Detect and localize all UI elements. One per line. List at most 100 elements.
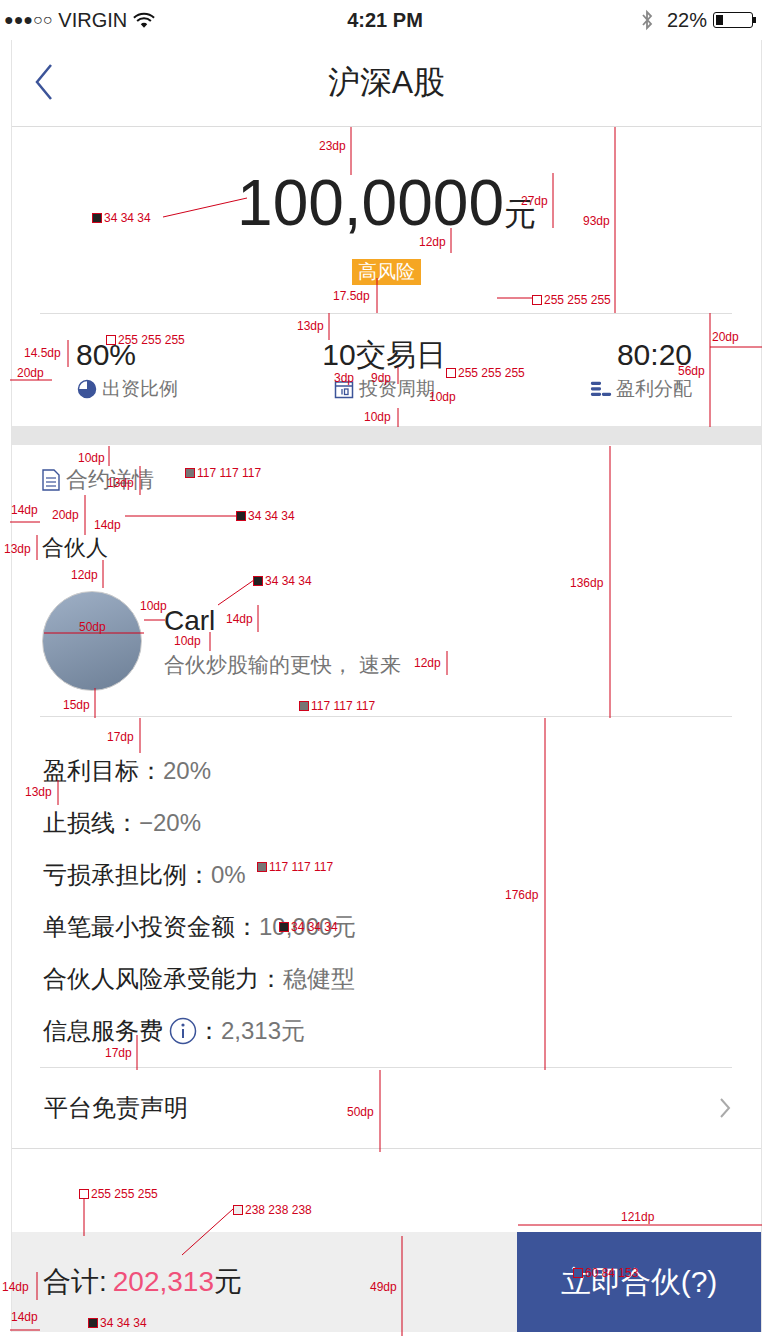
partner-heading: 合伙人 [42, 533, 731, 563]
page: ●●●○○VIRGIN4:21 PM22%沪深A股100,0000元高风险80%… [0, 0, 770, 1344]
annotation: 20dp [17, 366, 44, 380]
annotation: 136dp [570, 576, 603, 590]
nav-bar: 沪深A股 [12, 40, 761, 127]
total-label: 合计: [43, 1263, 107, 1301]
amount-unit: 元 [504, 193, 536, 237]
annotation: 12dp [414, 656, 441, 670]
risk-badge: 高风险 [352, 259, 421, 285]
detail-label: 合伙人风险承受能力 [43, 963, 259, 995]
annotation: 14.5dp [24, 346, 61, 360]
detail-separator: ： [115, 807, 139, 839]
info-icon[interactable] [169, 1017, 197, 1045]
detail-value: 稳健型 [283, 963, 355, 995]
annotation: 34 34 34 [88, 1316, 147, 1330]
annotation: 13dp [107, 476, 134, 490]
stat-item: 10交易日投资周期 [322, 338, 445, 426]
annotation: 17dp [107, 730, 134, 744]
carrier: VIRGIN [58, 9, 127, 32]
avatar-photo [42, 591, 142, 691]
wifi-icon [133, 12, 155, 29]
annotation: 34 34 34 [253, 574, 312, 588]
swatch-icon [446, 368, 456, 378]
annotation: 121dp [621, 1210, 654, 1224]
annotation: 10dp [364, 410, 391, 424]
swatch-icon [279, 922, 289, 932]
calendar-icon [333, 379, 355, 399]
signal-icon: ●●●○○ [4, 11, 52, 29]
detail-row: 合伙人风险承受能力：稳健型 [43, 953, 731, 1005]
join-button[interactable]: 立即合伙(?) [517, 1232, 761, 1332]
annotation: 14dp [2, 1280, 29, 1294]
partner-motto: 合伙炒股输的更快， 速来 [164, 651, 401, 679]
detail-separator: ： [259, 963, 283, 995]
detail-label: 亏损承担比例 [43, 859, 187, 891]
annotation: 13dp [25, 785, 52, 799]
document-icon [42, 469, 60, 491]
annotation: 255 255 255 [532, 293, 611, 307]
annotation: 10dp [78, 451, 105, 465]
detail-label: 信息服务费 [43, 1015, 163, 1047]
pie-chart-icon [76, 379, 98, 399]
detail-label: 止损线 [43, 807, 115, 839]
disclaimer-row[interactable]: 平台免责声明 [12, 1068, 761, 1149]
swatch-icon [299, 701, 309, 711]
annotation: 3dp [334, 371, 354, 385]
swatch-icon [79, 1189, 89, 1199]
annotation: 34 34 34 [236, 509, 295, 523]
total-unit: 元 [214, 1263, 242, 1301]
annotation: 60 84 153 [573, 1266, 638, 1280]
stats-row: 80%出资比例 10交易日投资周期 80:20盈利分配 [12, 314, 761, 426]
detail-separator: ： [187, 859, 211, 891]
swatch-icon [92, 213, 102, 223]
annotation: 93dp [583, 214, 610, 228]
annotation: 12dp [71, 568, 98, 582]
total-value: 202,313 [113, 1266, 214, 1298]
annotation: 255 255 255 [106, 333, 185, 347]
clock: 4:21 PM [347, 9, 423, 32]
annotation: 117 117 117 [185, 466, 261, 480]
detail-row: 盈利目标：20% [43, 745, 731, 797]
swatch-icon [106, 335, 116, 345]
detail-label: 盈利目标 [43, 755, 139, 787]
chevron-right-icon [719, 1097, 731, 1119]
total: 合计:202,313元 [12, 1232, 517, 1332]
annotation: 176dp [505, 888, 538, 902]
annotation: 117 117 117 [257, 860, 333, 874]
stat-label: 投资周期 [359, 376, 435, 402]
stat-item: 80:20盈利分配 [590, 338, 692, 426]
annotation: 23dp [319, 139, 346, 153]
details-list: 盈利目标：20%止损线：−20%亏损承担比例：0%单笔最小投资金额：10,000… [12, 717, 761, 1067]
annotation: 20dp [712, 330, 739, 344]
stacked-coins-icon [590, 379, 612, 399]
annotation: 13dp [297, 319, 324, 333]
annotation: 12dp [419, 235, 446, 249]
swatch-icon [253, 576, 263, 586]
contract-heading[interactable]: 合约详情 [66, 465, 154, 495]
disclaimer-label: 平台免责声明 [44, 1092, 188, 1124]
detail-value: 20% [163, 757, 211, 785]
stat-label: 出资比例 [102, 376, 178, 402]
swatch-icon [185, 468, 195, 478]
annotation: 20dp [52, 508, 79, 522]
annotation: 10dp [140, 599, 167, 613]
annotation: 10dp [174, 634, 201, 648]
annotation: 27dp [521, 194, 548, 208]
detail-separator: ： [235, 911, 259, 943]
detail-row: 止损线：−20% [43, 797, 731, 849]
detail-value: 10,000元 [259, 911, 356, 943]
detail-separator: ： [197, 1015, 221, 1047]
detail-row: 信息服务费：2,313元 [43, 1005, 731, 1057]
annotation: 34 34 34 [279, 920, 338, 934]
annotation-lines [0, 0, 770, 1344]
stat-item: 80%出资比例 [76, 338, 178, 426]
annotation: 13dp [4, 542, 31, 556]
annotation: 238 238 238 [233, 1203, 312, 1217]
annotation: 14dp [11, 1310, 38, 1324]
amount-section: 100,0000元高风险 [12, 127, 761, 313]
annotation: 10dp [429, 390, 456, 404]
detail-label: 单笔最小投资金额 [43, 911, 235, 943]
back-chevron-icon[interactable] [34, 62, 54, 102]
annotation: 50dp [347, 1105, 374, 1119]
annotation: 56dp [678, 364, 705, 378]
annotation: 50dp [79, 620, 106, 634]
